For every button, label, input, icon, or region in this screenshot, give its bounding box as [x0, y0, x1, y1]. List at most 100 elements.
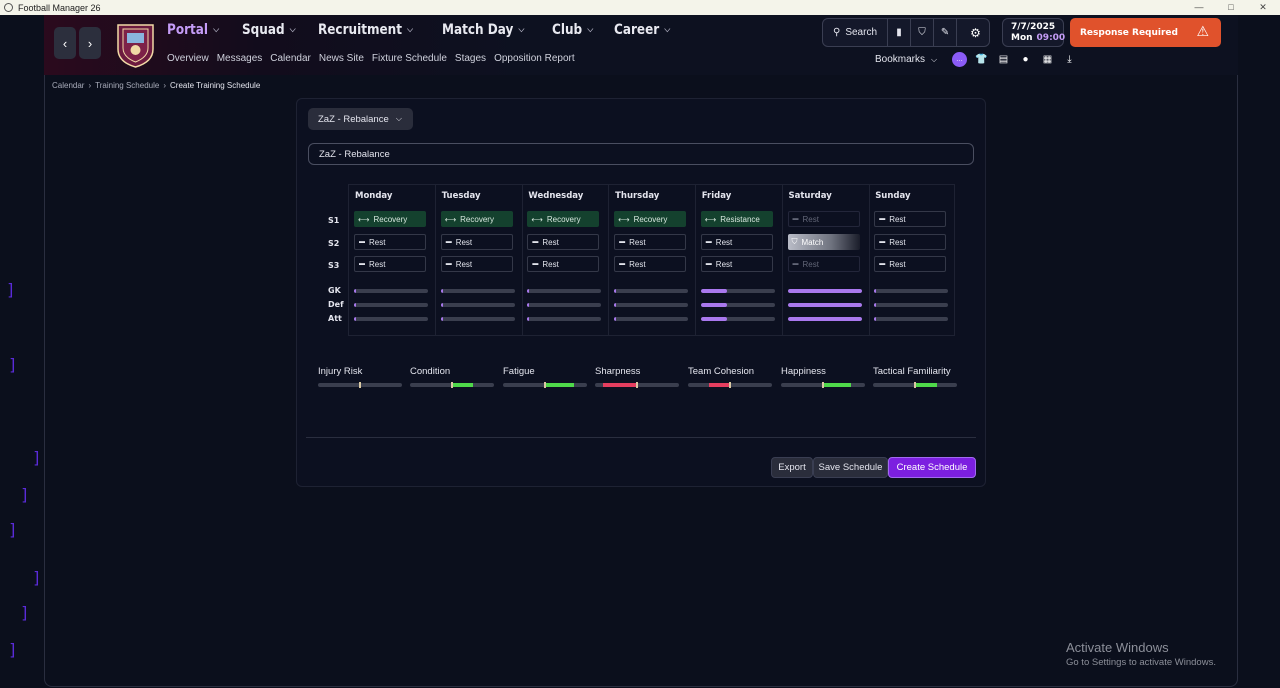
metric-happiness: Happiness — [781, 366, 866, 388]
session-slot-s2[interactable]: ▬ Rest — [527, 234, 600, 250]
chevron-down-icon: ⌵ — [518, 25, 525, 35]
session-label: Rest — [542, 259, 559, 269]
load-bar-fill — [700, 289, 727, 293]
session-slot-s1[interactable]: ⟷ Recovery — [614, 211, 687, 227]
kit-icon[interactable]: 👕 — [974, 52, 989, 67]
load-bar-fill — [874, 289, 877, 293]
session-slot-s1[interactable]: ▬ Rest — [787, 211, 860, 227]
metric-bar — [503, 382, 587, 388]
response-required-button[interactable]: Response Required ⚠ — [1070, 18, 1221, 47]
load-bar-gk — [614, 289, 689, 293]
session-slot-s2[interactable]: ▬ Rest — [354, 234, 426, 250]
session-slot-s3[interactable]: ▬ Rest — [700, 256, 773, 272]
session-slot-s3[interactable]: ▬ Rest — [440, 256, 513, 272]
submenu-overview[interactable]: Overview — [167, 53, 209, 64]
load-bar-fill — [614, 317, 617, 321]
clipboard-icon[interactable]: ▤ — [996, 52, 1011, 67]
bed-icon: ▬ — [879, 261, 886, 267]
unit-label-att: Att — [328, 314, 342, 323]
session-label: Rest — [542, 237, 559, 247]
metric-label: Injury Risk — [318, 366, 363, 377]
metric-label: Team Cohesion — [688, 366, 755, 377]
save-schedule-button[interactable]: Save Schedule — [813, 457, 888, 478]
menu-match-day[interactable]: Match Day ⌵ — [442, 22, 524, 38]
create-schedule-button[interactable]: Create Schedule — [888, 457, 976, 478]
submenu-opposition-report[interactable]: Opposition Report — [494, 53, 575, 64]
schedule-name-field[interactable]: ZaZ - Rebalance — [308, 143, 974, 165]
bookmark-icon[interactable]: ▮ — [888, 19, 912, 46]
edit-icon[interactable]: ✎ — [934, 19, 958, 46]
day-name: Saturday — [788, 191, 832, 201]
submenu-calendar[interactable]: Calendar — [270, 53, 311, 64]
day-name: Wednesday — [528, 191, 584, 201]
session-slot-s3[interactable]: ▬ Rest — [874, 256, 947, 272]
menu-portal[interactable]: Portal ⌵ — [167, 22, 219, 38]
session-slot-s1[interactable]: ⟷ Recovery — [354, 211, 426, 227]
day-column-thursday: Thursday ⟷ Recovery ▬ Rest ▬ Rest — [609, 185, 697, 335]
maximize-button[interactable]: □ — [1219, 0, 1243, 15]
date-continue-widget[interactable]: 7/7/2025 Mon 09:00 — [1002, 18, 1065, 47]
breadcrumb-calendar[interactable]: Calendar — [52, 81, 84, 90]
menu-squad[interactable]: Squad ⌵ — [242, 22, 296, 38]
metric-change-segment — [603, 383, 637, 387]
menu-career[interactable]: Career ⌵ — [614, 22, 670, 38]
day-column-friday: Friday ⟷ Resistance ▬ Rest ▬ Rest — [696, 185, 783, 335]
load-bar-fill — [527, 317, 530, 321]
chevron-right-icon: › — [88, 81, 92, 90]
load-bar-att — [354, 317, 428, 321]
submenu-messages[interactable]: Messages — [217, 53, 263, 64]
breadcrumb-training-schedule[interactable]: Training Schedule — [95, 81, 159, 90]
session-label: Match — [801, 237, 824, 247]
download-icon[interactable]: ⤓ — [1062, 52, 1077, 67]
load-bar-fill — [614, 289, 617, 293]
session-label: Recovery — [373, 214, 408, 224]
session-slot-s2[interactable]: ▬ Rest — [874, 234, 947, 250]
session-slot-s2[interactable]: ▬ Rest — [614, 234, 687, 250]
session-slot-s1[interactable]: ⟷ Resistance — [700, 211, 773, 227]
club-crest-icon[interactable] — [116, 22, 155, 68]
close-button[interactable]: ✕ — [1251, 0, 1275, 15]
bed-icon: ▬ — [445, 261, 452, 267]
menu-club[interactable]: Club ⌵ — [552, 22, 593, 38]
session-slot-s2[interactable]: ▬ Rest — [700, 234, 773, 250]
shield-icon[interactable]: ⛉ — [911, 19, 935, 46]
session-slot-s3[interactable]: ▬ Rest — [614, 256, 687, 272]
metric-bar — [595, 382, 679, 388]
chat-icon[interactable]: … — [952, 52, 967, 67]
search-button[interactable]: ⚲ Search — [823, 19, 889, 46]
unit-label-gk: GK — [328, 286, 341, 295]
submenu-stages[interactable]: Stages — [455, 53, 486, 64]
bookmarks-dropdown[interactable]: Bookmarks ⌵ — [875, 54, 937, 65]
back-button[interactable]: ‹ — [54, 27, 76, 59]
session-slot-s2[interactable]: ⛉ Match — [787, 234, 860, 250]
minimize-button[interactable]: — — [1187, 0, 1211, 15]
session-label: Rest — [715, 259, 733, 269]
chevron-down-icon: ⌵ — [587, 25, 594, 35]
session-slot-s3[interactable]: ▬ Rest — [787, 256, 860, 272]
metric-label: Fatigue — [503, 366, 535, 377]
metric-fatigue: Fatigue — [503, 366, 588, 388]
session-slot-s3[interactable]: ▬ Rest — [527, 256, 600, 272]
menu-recruitment[interactable]: Recruitment ⌵ — [318, 22, 413, 38]
training-schedule-panel: ZaZ - Rebalance ⌵ ZaZ - Rebalance S1 S2 … — [296, 98, 986, 487]
training-icon: ⟷ — [704, 214, 717, 224]
submenu-news-site[interactable]: News Site — [319, 53, 364, 64]
chevron-down-icon: ⌵ — [213, 25, 220, 35]
bed-icon: ▬ — [619, 239, 626, 245]
session-slot-s2[interactable]: ▬ Rest — [440, 234, 513, 250]
session-slot-s3[interactable]: ▬ Rest — [354, 256, 426, 272]
chevron-down-icon: ⌵ — [407, 25, 413, 35]
forward-button[interactable]: › — [79, 27, 101, 59]
session-slot-s1[interactable]: ▬ Rest — [874, 211, 947, 227]
session-slot-s1[interactable]: ⟷ Recovery — [527, 211, 600, 227]
gear-icon[interactable]: ⚙ — [962, 18, 989, 47]
submenu-fixture-schedule[interactable]: Fixture Schedule — [372, 53, 447, 64]
session-slot-s1[interactable]: ⟷ Recovery — [440, 211, 513, 227]
schedule-grid: Monday ⟷ Recovery ▬ Rest ▬ Rest Tuesday ⟷ Recover… — [348, 184, 955, 336]
metric-tactical-familiarity: Tactical Familiarity — [873, 366, 958, 388]
ball-icon[interactable]: ● — [1018, 52, 1033, 67]
calendar-icon[interactable]: ▦ — [1040, 52, 1055, 67]
schedule-selector[interactable]: ZaZ - Rebalance ⌵ — [308, 108, 413, 130]
session-label: Rest — [629, 237, 646, 247]
export-button[interactable]: Export — [771, 457, 813, 478]
